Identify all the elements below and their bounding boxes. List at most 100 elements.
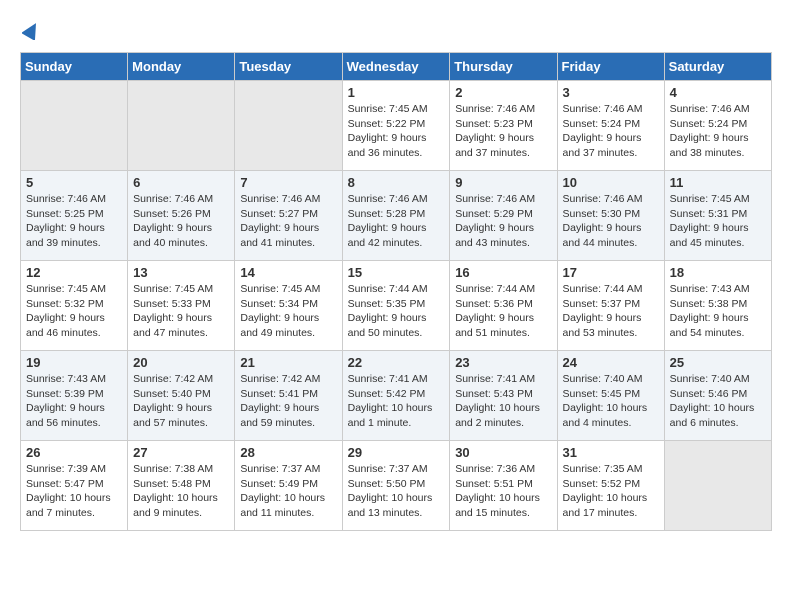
day-number: 27 bbox=[133, 445, 229, 460]
calendar-cell bbox=[235, 81, 342, 171]
calendar-cell: 14 Sunrise: 7:45 AM Sunset: 5:34 PM Dayli… bbox=[235, 261, 342, 351]
day-info: Sunrise: 7:37 AM Sunset: 5:49 PM Dayligh… bbox=[240, 462, 336, 521]
day-info: Sunrise: 7:41 AM Sunset: 5:43 PM Dayligh… bbox=[455, 372, 551, 431]
calendar-cell: 22 Sunrise: 7:41 AM Sunset: 5:42 PM Dayli… bbox=[342, 351, 450, 441]
day-number: 31 bbox=[563, 445, 659, 460]
day-number: 1 bbox=[348, 85, 445, 100]
day-info: Sunrise: 7:46 AM Sunset: 5:29 PM Dayligh… bbox=[455, 192, 551, 251]
day-info: Sunrise: 7:38 AM Sunset: 5:48 PM Dayligh… bbox=[133, 462, 229, 521]
day-info: Sunrise: 7:39 AM Sunset: 5:47 PM Dayligh… bbox=[26, 462, 122, 521]
calendar-cell: 9 Sunrise: 7:46 AM Sunset: 5:29 PM Daylig… bbox=[450, 171, 557, 261]
day-number: 17 bbox=[563, 265, 659, 280]
day-info: Sunrise: 7:40 AM Sunset: 5:46 PM Dayligh… bbox=[670, 372, 766, 431]
weekday-header: Saturday bbox=[664, 53, 771, 81]
calendar-week-row: 1 Sunrise: 7:45 AM Sunset: 5:22 PM Daylig… bbox=[21, 81, 772, 171]
calendar-cell: 24 Sunrise: 7:40 AM Sunset: 5:45 PM Dayli… bbox=[557, 351, 664, 441]
day-info: Sunrise: 7:45 AM Sunset: 5:33 PM Dayligh… bbox=[133, 282, 229, 341]
day-number: 16 bbox=[455, 265, 551, 280]
calendar-cell: 4 Sunrise: 7:46 AM Sunset: 5:24 PM Daylig… bbox=[664, 81, 771, 171]
day-number: 5 bbox=[26, 175, 122, 190]
day-info: Sunrise: 7:40 AM Sunset: 5:45 PM Dayligh… bbox=[563, 372, 659, 431]
day-info: Sunrise: 7:45 AM Sunset: 5:32 PM Dayligh… bbox=[26, 282, 122, 341]
day-info: Sunrise: 7:42 AM Sunset: 5:41 PM Dayligh… bbox=[240, 372, 336, 431]
day-number: 19 bbox=[26, 355, 122, 370]
calendar-cell: 11 Sunrise: 7:45 AM Sunset: 5:31 PM Dayli… bbox=[664, 171, 771, 261]
day-number: 4 bbox=[670, 85, 766, 100]
logo-icon bbox=[22, 20, 42, 40]
calendar-cell: 13 Sunrise: 7:45 AM Sunset: 5:33 PM Dayli… bbox=[128, 261, 235, 351]
day-info: Sunrise: 7:44 AM Sunset: 5:35 PM Dayligh… bbox=[348, 282, 445, 341]
calendar-week-row: 5 Sunrise: 7:46 AM Sunset: 5:25 PM Daylig… bbox=[21, 171, 772, 261]
day-number: 2 bbox=[455, 85, 551, 100]
calendar-cell: 31 Sunrise: 7:35 AM Sunset: 5:52 PM Dayli… bbox=[557, 441, 664, 531]
calendar-cell: 12 Sunrise: 7:45 AM Sunset: 5:32 PM Dayli… bbox=[21, 261, 128, 351]
calendar-cell bbox=[21, 81, 128, 171]
day-number: 12 bbox=[26, 265, 122, 280]
day-number: 8 bbox=[348, 175, 445, 190]
weekday-header: Friday bbox=[557, 53, 664, 81]
day-info: Sunrise: 7:44 AM Sunset: 5:37 PM Dayligh… bbox=[563, 282, 659, 341]
day-number: 9 bbox=[455, 175, 551, 190]
day-number: 22 bbox=[348, 355, 445, 370]
day-number: 29 bbox=[348, 445, 445, 460]
calendar-cell: 18 Sunrise: 7:43 AM Sunset: 5:38 PM Dayli… bbox=[664, 261, 771, 351]
calendar-cell: 25 Sunrise: 7:40 AM Sunset: 5:46 PM Dayli… bbox=[664, 351, 771, 441]
day-info: Sunrise: 7:46 AM Sunset: 5:24 PM Dayligh… bbox=[563, 102, 659, 161]
weekday-header: Tuesday bbox=[235, 53, 342, 81]
weekday-header: Thursday bbox=[450, 53, 557, 81]
day-info: Sunrise: 7:45 AM Sunset: 5:34 PM Dayligh… bbox=[240, 282, 336, 341]
day-number: 11 bbox=[670, 175, 766, 190]
day-number: 21 bbox=[240, 355, 336, 370]
day-info: Sunrise: 7:36 AM Sunset: 5:51 PM Dayligh… bbox=[455, 462, 551, 521]
calendar-cell: 23 Sunrise: 7:41 AM Sunset: 5:43 PM Dayli… bbox=[450, 351, 557, 441]
calendar-cell: 7Sunrise: 7:46 AM Sunset: 5:27 PM Daylig… bbox=[235, 171, 342, 261]
day-info: Sunrise: 7:43 AM Sunset: 5:39 PM Dayligh… bbox=[26, 372, 122, 431]
weekday-header: Wednesday bbox=[342, 53, 450, 81]
calendar-cell: 10 Sunrise: 7:46 AM Sunset: 5:30 PM Dayli… bbox=[557, 171, 664, 261]
logo bbox=[20, 20, 42, 36]
calendar-cell bbox=[128, 81, 235, 171]
day-info: Sunrise: 7:46 AM Sunset: 5:30 PM Dayligh… bbox=[563, 192, 659, 251]
calendar-cell: 1 Sunrise: 7:45 AM Sunset: 5:22 PM Daylig… bbox=[342, 81, 450, 171]
day-number: 25 bbox=[670, 355, 766, 370]
day-number: 30 bbox=[455, 445, 551, 460]
calendar-cell: 19 Sunrise: 7:43 AM Sunset: 5:39 PM Dayli… bbox=[21, 351, 128, 441]
day-info: Sunrise: 7:45 AM Sunset: 5:22 PM Dayligh… bbox=[348, 102, 445, 161]
calendar-table: SundayMondayTuesdayWednesdayThursdayFrid… bbox=[20, 52, 772, 531]
day-info: Sunrise: 7:43 AM Sunset: 5:38 PM Dayligh… bbox=[670, 282, 766, 341]
calendar-cell bbox=[664, 441, 771, 531]
calendar-week-row: 26 Sunrise: 7:39 AM Sunset: 5:47 PM Dayli… bbox=[21, 441, 772, 531]
weekday-header: Sunday bbox=[21, 53, 128, 81]
day-info: Sunrise: 7:35 AM Sunset: 5:52 PM Dayligh… bbox=[563, 462, 659, 521]
day-number: 13 bbox=[133, 265, 229, 280]
day-info: Sunrise: 7:41 AM Sunset: 5:42 PM Dayligh… bbox=[348, 372, 445, 431]
day-number: 26 bbox=[26, 445, 122, 460]
day-number: 10 bbox=[563, 175, 659, 190]
day-number: 23 bbox=[455, 355, 551, 370]
calendar-cell: 2 Sunrise: 7:46 AM Sunset: 5:23 PM Daylig… bbox=[450, 81, 557, 171]
day-info: Sunrise: 7:46 AM Sunset: 5:25 PM Dayligh… bbox=[26, 192, 122, 251]
calendar-cell: 17 Sunrise: 7:44 AM Sunset: 5:37 PM Dayli… bbox=[557, 261, 664, 351]
day-info: Sunrise: 7:46 AM Sunset: 5:23 PM Dayligh… bbox=[455, 102, 551, 161]
calendar-cell: 5 Sunrise: 7:46 AM Sunset: 5:25 PM Daylig… bbox=[21, 171, 128, 261]
calendar-week-row: 12 Sunrise: 7:45 AM Sunset: 5:32 PM Dayli… bbox=[21, 261, 772, 351]
day-number: 18 bbox=[670, 265, 766, 280]
calendar-cell: 27 Sunrise: 7:38 AM Sunset: 5:48 PM Dayli… bbox=[128, 441, 235, 531]
day-info: Sunrise: 7:46 AM Sunset: 5:26 PM Dayligh… bbox=[133, 192, 229, 251]
day-number: 15 bbox=[348, 265, 445, 280]
calendar-cell: 6Sunrise: 7:46 AM Sunset: 5:26 PM Daylig… bbox=[128, 171, 235, 261]
day-number: 3 bbox=[563, 85, 659, 100]
calendar-cell: 3 Sunrise: 7:46 AM Sunset: 5:24 PM Daylig… bbox=[557, 81, 664, 171]
day-number: 20 bbox=[133, 355, 229, 370]
calendar-cell: 29Sunrise: 7:37 AM Sunset: 5:50 PM Dayli… bbox=[342, 441, 450, 531]
calendar-cell: 15 Sunrise: 7:44 AM Sunset: 5:35 PM Dayli… bbox=[342, 261, 450, 351]
calendar-cell: 16Sunrise: 7:44 AM Sunset: 5:36 PM Dayli… bbox=[450, 261, 557, 351]
day-info: Sunrise: 7:45 AM Sunset: 5:31 PM Dayligh… bbox=[670, 192, 766, 251]
calendar-week-row: 19 Sunrise: 7:43 AM Sunset: 5:39 PM Dayli… bbox=[21, 351, 772, 441]
calendar-cell: 26 Sunrise: 7:39 AM Sunset: 5:47 PM Dayli… bbox=[21, 441, 128, 531]
day-number: 24 bbox=[563, 355, 659, 370]
day-number: 14 bbox=[240, 265, 336, 280]
day-info: Sunrise: 7:46 AM Sunset: 5:24 PM Dayligh… bbox=[670, 102, 766, 161]
calendar-cell: 21 Sunrise: 7:42 AM Sunset: 5:41 PM Dayli… bbox=[235, 351, 342, 441]
calendar-cell: 28Sunrise: 7:37 AM Sunset: 5:49 PM Dayli… bbox=[235, 441, 342, 531]
